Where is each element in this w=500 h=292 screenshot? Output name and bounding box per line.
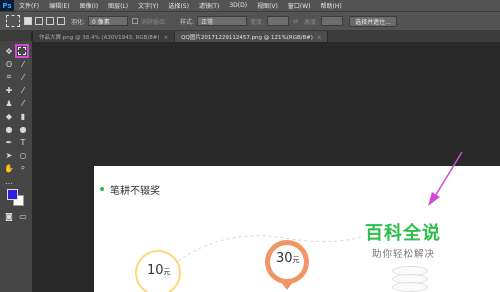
- type-tool-icon[interactable]: T: [17, 136, 29, 148]
- swap-icon[interactable]: ⇄: [293, 18, 298, 25]
- move-tool-icon[interactable]: ✥: [3, 45, 15, 57]
- menu-filter[interactable]: 滤镜(T): [194, 1, 224, 10]
- intersect-selection-icon[interactable]: [57, 17, 65, 25]
- menu-bar: Ps 文件(F) 编辑(E) 图像(I) 图层(L) 文字(Y) 选择(S) 滤…: [0, 0, 500, 11]
- new-selection-icon[interactable]: [24, 17, 32, 25]
- amount-label-2: 30元: [276, 251, 300, 266]
- menu-3d[interactable]: 3D(D): [224, 2, 252, 9]
- amount-value-1: 10: [147, 263, 164, 278]
- menu-edit[interactable]: 编辑(E): [44, 1, 74, 10]
- menu-layer[interactable]: 图层(L): [103, 1, 133, 10]
- more-tools-icon[interactable]: …: [3, 175, 15, 187]
- menu-image[interactable]: 图像(I): [75, 1, 103, 10]
- amount-value-2: 30: [276, 251, 293, 266]
- menu-help[interactable]: 帮助(H): [316, 1, 347, 10]
- subtract-selection-icon[interactable]: [46, 17, 54, 25]
- antialias-checkbox[interactable]: [132, 18, 139, 24]
- eyedropper-icon[interactable]: ⁄: [17, 71, 29, 83]
- menu-type[interactable]: 文字(Y): [133, 1, 163, 10]
- magic-wand-icon[interactable]: ⁄: [17, 58, 29, 70]
- bullet-dot: [100, 187, 104, 191]
- currency-2: 元: [292, 256, 300, 264]
- history-brush-icon[interactable]: ⁄: [17, 97, 29, 109]
- antialias-label: 消除锯齿: [141, 18, 166, 26]
- brand-subtitle: 助你轻松解决: [372, 249, 436, 260]
- menu-window[interactable]: 窗口(W): [283, 1, 316, 10]
- gradient-tool-icon[interactable]: ▮: [17, 110, 29, 122]
- quick-mask-icon[interactable]: ◙: [3, 210, 15, 222]
- blur-tool-icon[interactable]: ●: [3, 123, 15, 135]
- currency-1: 元: [163, 268, 171, 276]
- feather-label: 羽化:: [71, 18, 86, 26]
- select-and-mask-button[interactable]: 选择并遮住...: [349, 15, 397, 27]
- close-icon[interactable]: ×: [317, 35, 322, 41]
- marquee-tool-icon[interactable]: [15, 44, 29, 58]
- tab-doc-2[interactable]: QQ图片20171229112457.png @ 121%(RGB/8#) ×: [175, 31, 329, 42]
- close-icon[interactable]: ×: [164, 35, 169, 41]
- screen-mode-icon[interactable]: ▭: [17, 210, 29, 222]
- crop-tool-icon[interactable]: ⌗: [3, 71, 15, 83]
- menu-file[interactable]: 文件(F): [14, 1, 44, 10]
- width-label: 宽度:: [250, 18, 265, 26]
- pin-tip: [281, 282, 293, 290]
- add-selection-icon[interactable]: [35, 17, 43, 25]
- ps-logo: Ps: [0, 0, 14, 11]
- tab-label: 作品大赛.png @ 38.4% (A30V1943, RGB/8#): [39, 35, 160, 41]
- foreground-color-swatch[interactable]: [7, 189, 18, 200]
- zoom-tool-icon[interactable]: ⌕: [17, 162, 29, 174]
- amount-label-1: 10元: [147, 263, 171, 278]
- width-input[interactable]: [267, 16, 290, 26]
- height-label: 高度:: [304, 18, 319, 26]
- clone-stamp-icon[interactable]: ♟: [3, 97, 15, 109]
- path-selection-icon[interactable]: ➤: [3, 149, 15, 161]
- award-heading: 笔耕不辍奖: [110, 186, 160, 197]
- annotation-arrow-icon: [428, 151, 463, 206]
- feather-input[interactable]: 0 像素: [88, 16, 129, 26]
- height-input[interactable]: [321, 16, 344, 26]
- tab-label: QQ图片20171229112457.png @ 121%(RGB/8#): [181, 35, 313, 41]
- tool-preset-picker[interactable]: [6, 15, 20, 27]
- menu-select[interactable]: 选择(S): [163, 1, 194, 10]
- photoshop-window: Ps 文件(F) 编辑(E) 图像(I) 图层(L) 文字(Y) 选择(S) 滤…: [0, 0, 500, 292]
- document-tabs: 作品大赛.png @ 38.4% (A30V1943, RGB/8#) × QQ图…: [33, 31, 500, 42]
- pen-tool-icon[interactable]: ✒: [3, 136, 15, 148]
- eraser-icon[interactable]: ◆: [3, 110, 15, 122]
- healing-brush-icon[interactable]: ✚: [3, 84, 15, 96]
- coin-stack-bottom: [392, 282, 428, 292]
- options-bar: 羽化: 0 像素 消除锯齿 样式: 正常 宽度: ⇄ 高度: 选择并遮住...: [0, 11, 500, 31]
- style-label: 样式:: [180, 18, 195, 26]
- style-select[interactable]: 正常: [197, 16, 248, 26]
- brand-title: 百科全说: [365, 223, 441, 244]
- dodge-tool-icon[interactable]: ●: [17, 123, 29, 135]
- hand-tool-icon[interactable]: ✋: [3, 162, 15, 174]
- tab-doc-1[interactable]: 作品大赛.png @ 38.4% (A30V1943, RGB/8#) ×: [33, 31, 176, 42]
- brush-tool-icon[interactable]: ⁄: [17, 84, 29, 96]
- lasso-tool-icon[interactable]: ʘ: [3, 58, 15, 70]
- ellipse-tool-icon[interactable]: ○: [17, 149, 29, 161]
- menu-view[interactable]: 视图(V): [252, 1, 283, 10]
